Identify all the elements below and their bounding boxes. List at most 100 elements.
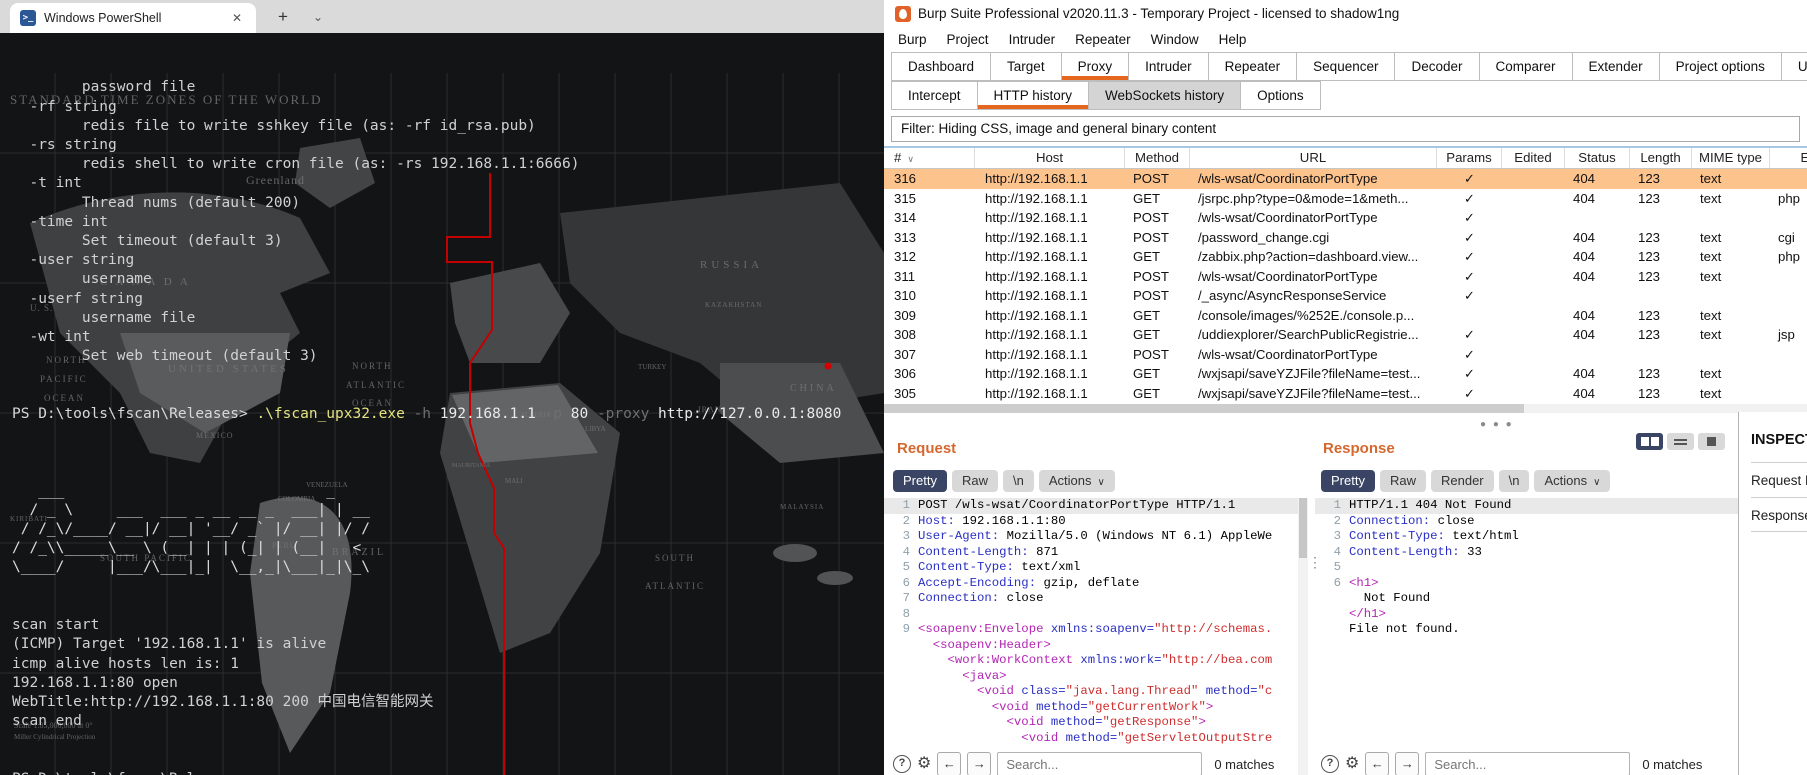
- table-row[interactable]: 308 http://192.168.1.1 GET/uddiexplorer/Se…: [884, 325, 1807, 345]
- menu-item-help[interactable]: Help: [1209, 28, 1257, 52]
- tab-comparer[interactable]: Comparer: [1478, 52, 1573, 81]
- request-scrollbar[interactable]: [1298, 498, 1308, 775]
- table-cell: GET: [1133, 366, 1161, 381]
- table-cell: 404: [1573, 385, 1596, 401]
- scrollbar-thumb[interactable]: [1299, 498, 1307, 558]
- column-header-length[interactable]: Length: [1630, 148, 1692, 168]
- gear-icon[interactable]: ⚙: [1345, 755, 1359, 773]
- tab-dashboard[interactable]: Dashboard: [891, 52, 992, 81]
- table-row[interactable]: 314 http://192.168.1.1 POST/wls-wsat/Coord…: [884, 208, 1807, 228]
- scrollbar-thumb[interactable]: [884, 404, 1524, 413]
- table-row[interactable]: 306 http://192.168.1.1 GET/wxjsapi/saveYZJ…: [884, 364, 1807, 384]
- table-row[interactable]: 316 http://192.168.1.1 POST/wls-wsat/Coord…: [884, 169, 1807, 189]
- splitter-handle[interactable]: ● ● ●: [1480, 419, 1514, 430]
- tab-sequencer[interactable]: Sequencer: [1296, 52, 1396, 81]
- actions-button[interactable]: Actions ∨: [1038, 470, 1115, 492]
- menu-item-window[interactable]: Window: [1141, 28, 1209, 52]
- response-search-input[interactable]: [1425, 752, 1631, 775]
- menu-item-project[interactable]: Project: [937, 28, 999, 52]
- help-icon[interactable]: ?: [1321, 755, 1339, 773]
- subtab-websockets-history[interactable]: WebSockets history: [1088, 81, 1242, 110]
- table-row[interactable]: 311 http://192.168.1.1 POST/wls-wsat/Coord…: [884, 267, 1807, 287]
- split-horizontal-layout-button[interactable]: [1667, 433, 1694, 450]
- inspector-section-request-headers[interactable]: Request Headers: [1751, 462, 1807, 497]
- line-number: 1: [1333, 498, 1341, 512]
- n-button[interactable]: \n: [1002, 470, 1034, 492]
- terminal-body[interactable]: STANDARD TIME ZONES OF THE WORLD Greenlan…: [0, 33, 884, 775]
- request-editor[interactable]: 1 POST /wls-wsat/CoordinatorPortType HTTP…: [884, 498, 1298, 746]
- tab-decoder[interactable]: Decoder: [1394, 52, 1480, 81]
- tab-project-options[interactable]: Project options: [1658, 52, 1782, 81]
- menu-item-repeater[interactable]: Repeater: [1065, 28, 1141, 52]
- tab-extender[interactable]: Extender: [1571, 52, 1660, 81]
- menu-item-intruder[interactable]: Intruder: [999, 28, 1066, 52]
- table-row[interactable]: 315 http://192.168.1.1 GET/jsrpc.php?type=…: [884, 189, 1807, 209]
- pretty-button[interactable]: Pretty: [1321, 470, 1375, 492]
- tab-proxy[interactable]: Proxy: [1060, 52, 1130, 81]
- n-button[interactable]: \n: [1498, 470, 1530, 492]
- next-match-button[interactable]: →: [1395, 752, 1420, 775]
- column-header-#[interactable]: # ∨: [884, 148, 975, 168]
- code-token: Content-Type:: [918, 560, 1014, 574]
- table-row[interactable]: 305 http://192.168.1.1 GET/wxjsapi/saveYZJ…: [884, 384, 1807, 404]
- code-token: <void: [918, 715, 1044, 729]
- new-tab-button[interactable]: +: [272, 5, 294, 29]
- powershell-window: >_ Windows PowerShell ✕ + ⌄ STANDARD TIM…: [0, 0, 884, 775]
- code-token: xmlns:soapenv=: [1043, 622, 1155, 636]
- editor-line: <void method="getCurrentWork">: [884, 700, 1298, 716]
- column-header-edited[interactable]: Edited: [1502, 148, 1565, 168]
- table-horizontal-scrollbar[interactable]: [884, 404, 1807, 413]
- tab-user-options[interactable]: User options: [1780, 52, 1807, 81]
- tab-target[interactable]: Target: [990, 52, 1062, 81]
- filter-bar[interactable]: Filter: Hiding CSS, image and general bi…: [891, 116, 1800, 142]
- column-header-extension[interactable]: Extension: [1770, 148, 1807, 168]
- previous-match-button[interactable]: ←: [937, 752, 962, 775]
- table-cell: 307: [894, 346, 917, 362]
- editor-line: 2 Connection: close: [1315, 514, 1738, 530]
- actions-button[interactable]: Actions ∨: [1534, 470, 1611, 492]
- raw-button[interactable]: Raw: [951, 470, 998, 492]
- table-row[interactable]: 309 http://192.168.1.1 GET/console/images/…: [884, 306, 1807, 326]
- code-token: Content-Type:: [1349, 529, 1445, 543]
- subtab-http-history[interactable]: HTTP history: [976, 81, 1090, 110]
- table-row[interactable]: 310 http://192.168.1.1 POST /_async/AsyncRe…: [884, 286, 1807, 306]
- menu-item-burp[interactable]: Burp: [888, 28, 937, 52]
- code-token: Content-Length:: [1349, 544, 1460, 559]
- column-header-method[interactable]: Method: [1125, 148, 1190, 168]
- command-arg: -proxy: [588, 405, 650, 422]
- pane-splitter-handle[interactable]: ⋮: [1308, 555, 1322, 569]
- editor-line: 9 <soapenv:Envelope xmlns:soapenv="http:/…: [884, 622, 1298, 638]
- request-match-count: 0 matches: [1214, 756, 1275, 772]
- gear-icon[interactable]: ⚙: [917, 755, 931, 773]
- raw-button[interactable]: Raw: [1379, 470, 1426, 492]
- subtab-intercept[interactable]: Intercept: [891, 81, 978, 110]
- split-vertical-layout-button[interactable]: [1636, 433, 1663, 450]
- subtab-options[interactable]: Options: [1240, 81, 1321, 110]
- response-editor[interactable]: 1 HTTP/1.1 404 Not Found 2 Connection: clos…: [1315, 498, 1738, 638]
- next-match-button[interactable]: →: [967, 752, 992, 775]
- table-row[interactable]: 307 http://192.168.1.1 POST/wls-wsat/Coord…: [884, 345, 1807, 365]
- column-header-mime-type[interactable]: MIME type: [1692, 148, 1770, 168]
- tab-repeater[interactable]: Repeater: [1207, 52, 1298, 81]
- column-header-url[interactable]: URL: [1190, 148, 1437, 168]
- table-cell: /wls-wsat/CoordinatorPortType: [1198, 210, 1378, 225]
- column-header-status[interactable]: Status: [1565, 148, 1630, 168]
- table-row[interactable]: 312 http://192.168.1.1 GET/zabbix.php?acti…: [884, 247, 1807, 267]
- inspector-section-response-headers[interactable]: Response Headers: [1751, 497, 1807, 532]
- table-row[interactable]: 313 http://192.168.1.1 POST/password_chang…: [884, 228, 1807, 248]
- table-cell: GET: [1133, 307, 1161, 323]
- code-token: >: [1198, 715, 1206, 729]
- table-cell: POST: [1133, 210, 1169, 225]
- render-button[interactable]: Render: [1430, 470, 1494, 492]
- close-tab-icon[interactable]: ✕: [228, 9, 246, 27]
- single-pane-layout-button[interactable]: [1698, 433, 1725, 450]
- column-header-params[interactable]: Params: [1437, 148, 1502, 168]
- request-search-input[interactable]: [997, 752, 1203, 775]
- terminal-tab-powershell[interactable]: >_ Windows PowerShell ✕: [10, 3, 256, 33]
- help-icon[interactable]: ?: [893, 755, 911, 773]
- tab-dropdown-icon[interactable]: ⌄: [308, 8, 328, 26]
- column-header-host[interactable]: Host: [975, 148, 1125, 168]
- previous-match-button[interactable]: ←: [1365, 752, 1390, 775]
- pretty-button[interactable]: Pretty: [893, 470, 947, 492]
- tab-intruder[interactable]: Intruder: [1128, 52, 1209, 81]
